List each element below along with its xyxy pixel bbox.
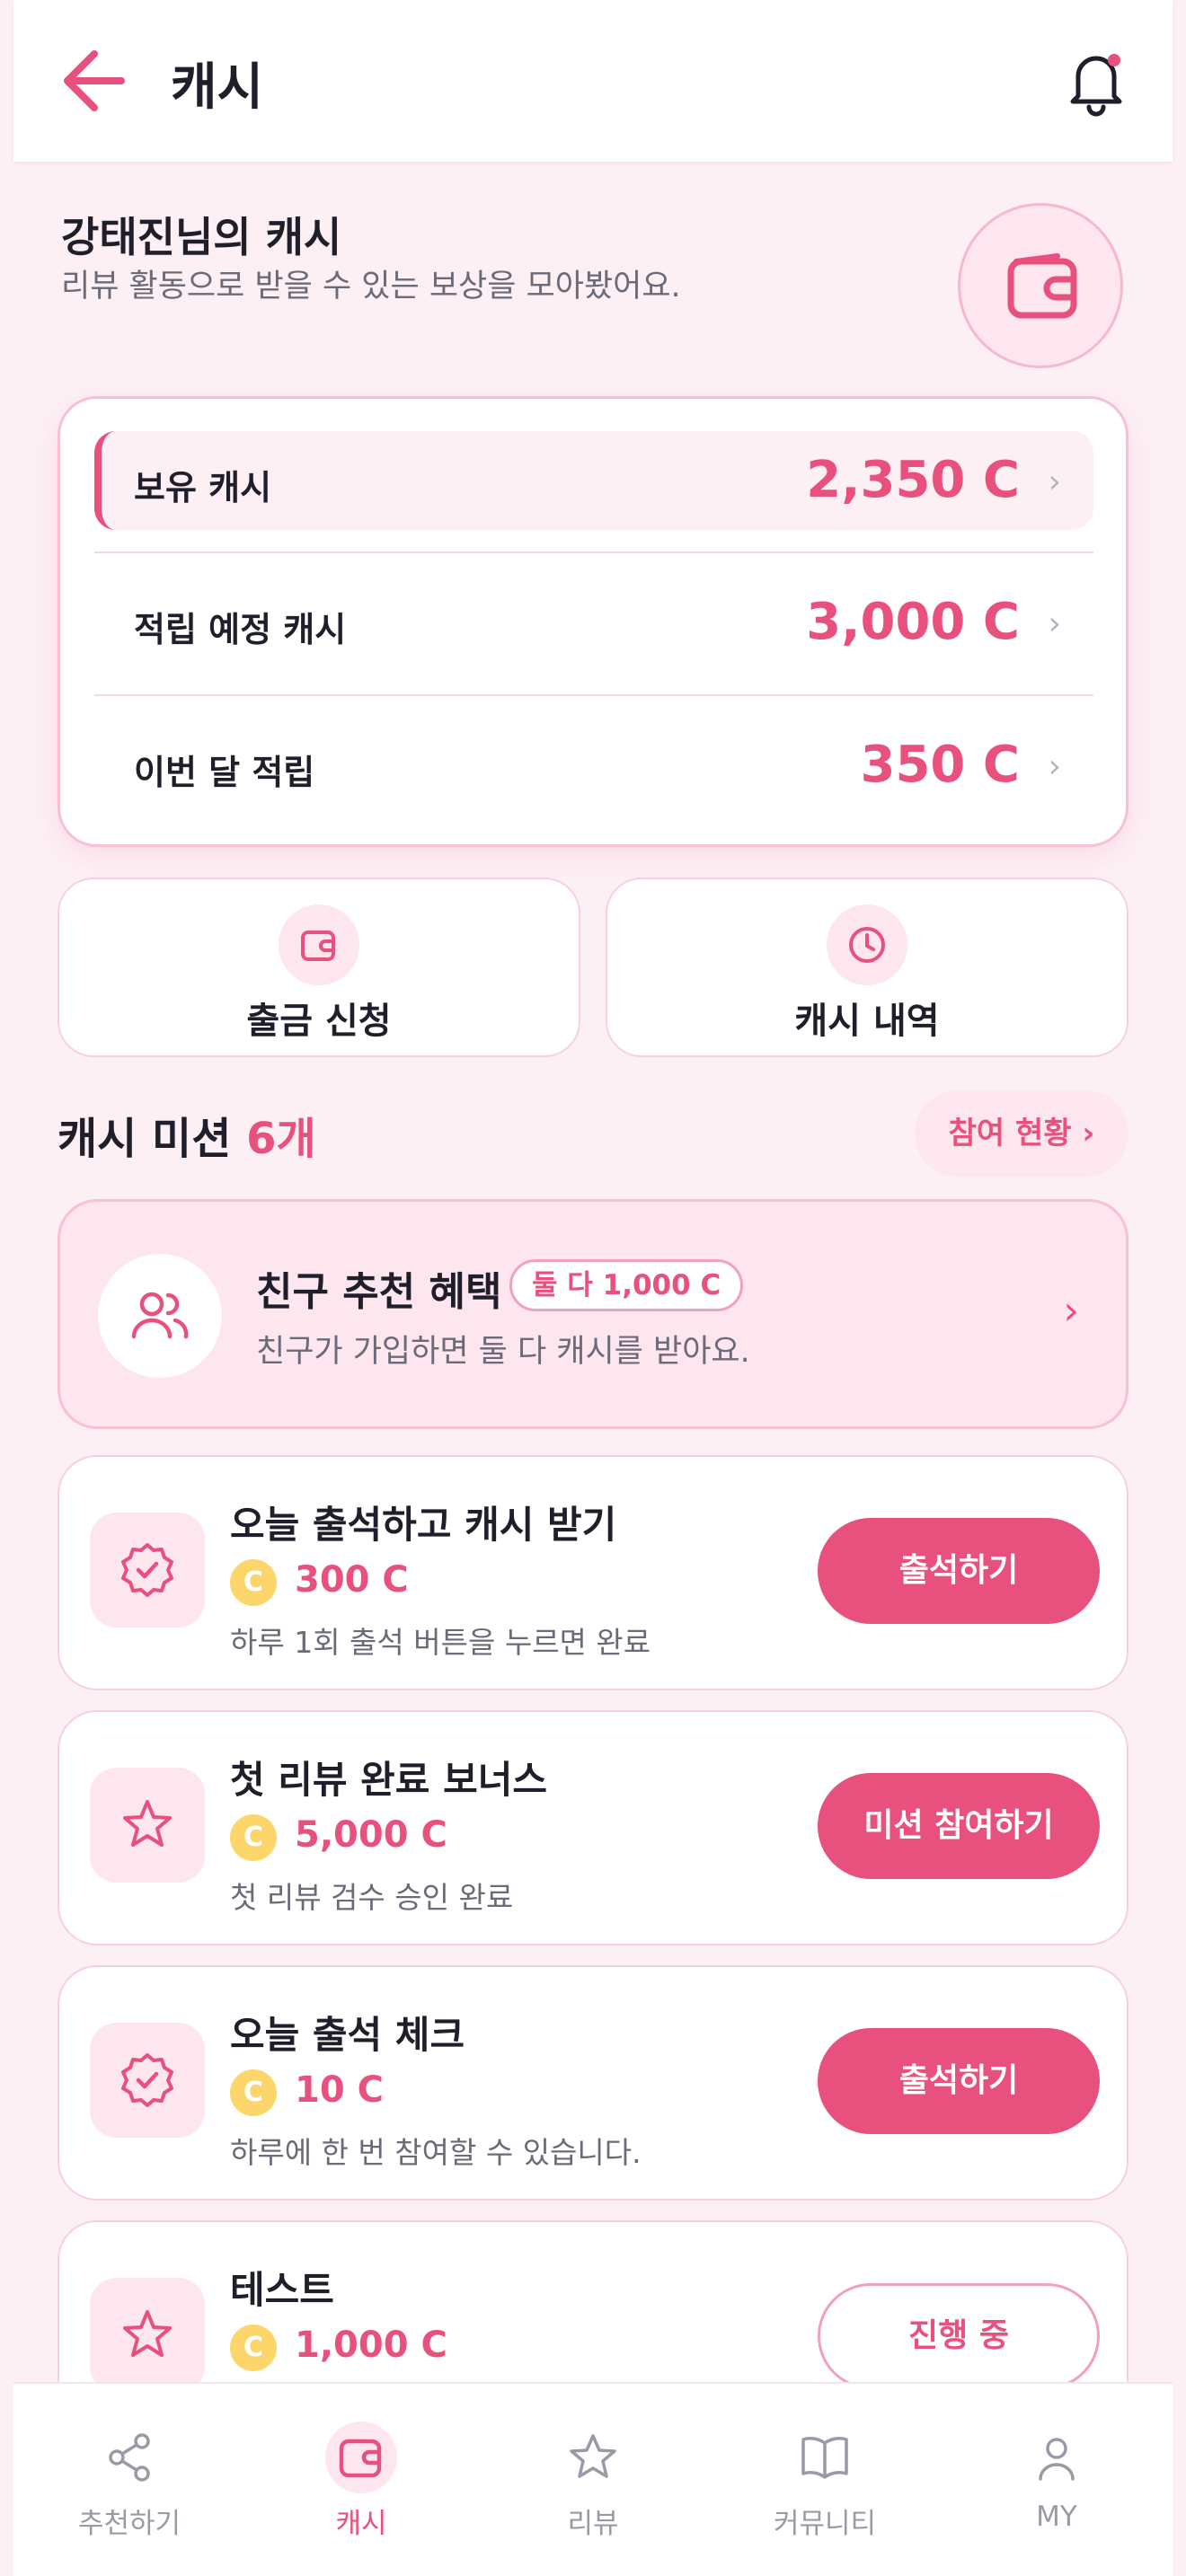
- nav-label: 커뮤니티: [773, 2508, 877, 2540]
- wallet-icon: [958, 203, 1123, 368]
- nav-item-community[interactable]: 커뮤니티: [709, 2384, 941, 2576]
- summary-row-balance[interactable]: 보유 캐시 2,350 C ›: [94, 431, 1093, 530]
- referral-title: 친구 추천 혜택: [256, 1269, 502, 1315]
- withdraw-button[interactable]: 출금 신청: [58, 878, 580, 1057]
- summary-value: 2,350 C: [806, 451, 1020, 509]
- summary-row-monthly[interactable]: 이번 달 적립 350 C ›: [94, 716, 1093, 815]
- chevron-right-icon: ›: [1048, 463, 1061, 500]
- coin-icon: C: [230, 2069, 277, 2116]
- star-icon: [90, 1768, 205, 1883]
- page-title: 캐시: [171, 58, 264, 117]
- mission-card: 첫 리뷰 완료 보너스 C 5,000 C 첫 리뷰 검수 승인 완료 미션 참…: [58, 1710, 1128, 1945]
- nav-label: 캐시: [335, 2508, 387, 2540]
- user-icon: [1039, 2438, 1075, 2481]
- cash-subtitle: 리뷰 활동으로 받을 수 있는 보상을 모아봤어요.: [61, 269, 681, 304]
- nav-label: MY: [1036, 2501, 1077, 2533]
- cash-history-label: 캐시 내역: [794, 1001, 940, 1042]
- nav-item-recommend[interactable]: 추천하기: [13, 2384, 245, 2576]
- coin-icon: C: [230, 2325, 277, 2371]
- referral-card[interactable]: 친구 추천 혜택 둘 다 1,000 C 친구가 가입하면 둘 다 캐시를 받아…: [58, 1199, 1128, 1429]
- summary-label: 적립 예정 캐시: [134, 610, 347, 649]
- back-arrow-icon[interactable]: [58, 43, 148, 119]
- clock-icon: [827, 904, 907, 985]
- wallet-icon: [339, 2439, 382, 2478]
- missions-title-text: 캐시 미션: [58, 1114, 232, 1164]
- summary-value: 3,000 C: [806, 593, 1020, 651]
- mission-name: 오늘 출석 체크: [230, 2013, 465, 2057]
- reward-amount: 5,000 C: [295, 1814, 447, 1856]
- mission-name: 오늘 출석하고 캐시 받기: [230, 1503, 617, 1547]
- mission-name: 첫 리뷰 완료 보너스: [230, 1758, 547, 1802]
- nav-label: 리뷰: [567, 2508, 619, 2540]
- join-mission-button[interactable]: 미션 참여하기: [818, 1773, 1100, 1879]
- summary-label: 이번 달 적립: [134, 753, 315, 792]
- badge-check-icon: [90, 1513, 205, 1628]
- cash-summary-card: 보유 캐시 2,350 C › 적립 예정 캐시 3,000 C › 이번 달 …: [58, 396, 1128, 847]
- reward-amount: 10 C: [295, 2069, 384, 2111]
- participation-status-label: 참여 현황: [948, 1116, 1072, 1151]
- mission-card: 오늘 출석하고 캐시 받기 C 300 C 하루 1회 출석 버튼을 누르면 완…: [58, 1455, 1128, 1690]
- star-icon: [90, 2278, 205, 2393]
- chevron-right-icon: ›: [1048, 748, 1061, 785]
- reward-amount: 300 C: [295, 1559, 409, 1601]
- cash-owner-title: 강태진님의 캐시: [61, 213, 342, 261]
- attend-button[interactable]: 출석하기: [818, 2028, 1100, 2134]
- in-progress-button[interactable]: 진행 중: [818, 2283, 1100, 2389]
- nav-item-my[interactable]: MY: [941, 2384, 1173, 2576]
- coin-icon: C: [230, 1559, 277, 1606]
- nav-label: 추천하기: [77, 2508, 181, 2540]
- mission-name: 테스트: [230, 2268, 334, 2312]
- mission-description: 하루 1회 출석 버튼을 누르면 완료: [230, 1625, 651, 1660]
- mission-description: 하루에 한 번 참여할 수 있습니다.: [230, 2135, 642, 2170]
- chevron-right-icon: ›: [1048, 605, 1061, 642]
- reward-amount: 1,000 C: [295, 2325, 447, 2366]
- summary-label: 보유 캐시: [134, 468, 272, 507]
- share-icon: [109, 2433, 150, 2482]
- nav-item-cash[interactable]: 캐시: [245, 2384, 477, 2576]
- coin-icon: C: [230, 1814, 277, 1861]
- bottom-navigation: 추천하기 캐시 리뷰 커뮤니티 MY: [13, 2382, 1173, 2576]
- book-icon: [801, 2437, 848, 2479]
- missions-count: 6개: [246, 1114, 316, 1164]
- badge-check-icon: [90, 2023, 205, 2138]
- referral-subtitle: 친구가 가입하면 둘 다 캐시를 받아요.: [256, 1334, 750, 1370]
- withdraw-label: 출금 신청: [246, 1001, 392, 1042]
- chevron-right-icon: ›: [1063, 1288, 1079, 1334]
- mission-description: 첫 리뷰 검수 승인 완료: [230, 1880, 514, 1915]
- users-icon: [98, 1254, 222, 1378]
- mission-card: 오늘 출석 체크 C 10 C 하루에 한 번 참여할 수 있습니다. 출석하기: [58, 1965, 1128, 2201]
- summary-row-pending[interactable]: 적립 예정 캐시 3,000 C ›: [94, 573, 1093, 672]
- attend-button[interactable]: 출석하기: [818, 1518, 1100, 1624]
- missions-title: 캐시 미션 6개: [58, 1103, 316, 1166]
- participation-status-link[interactable]: 참여 현황 ›: [915, 1090, 1128, 1177]
- referral-reward-badge: 둘 다 1,000 C: [509, 1259, 744, 1311]
- wallet-icon: [279, 904, 359, 985]
- nav-item-review[interactable]: 리뷰: [477, 2384, 709, 2576]
- summary-value: 350 C: [860, 736, 1021, 794]
- divider: [94, 551, 1093, 553]
- top-app-bar: 캐시: [13, 0, 1173, 162]
- cash-history-button[interactable]: 캐시 내역: [606, 878, 1128, 1057]
- notification-bell-icon[interactable]: [1051, 40, 1141, 121]
- divider: [94, 694, 1093, 696]
- star-icon: [570, 2434, 616, 2478]
